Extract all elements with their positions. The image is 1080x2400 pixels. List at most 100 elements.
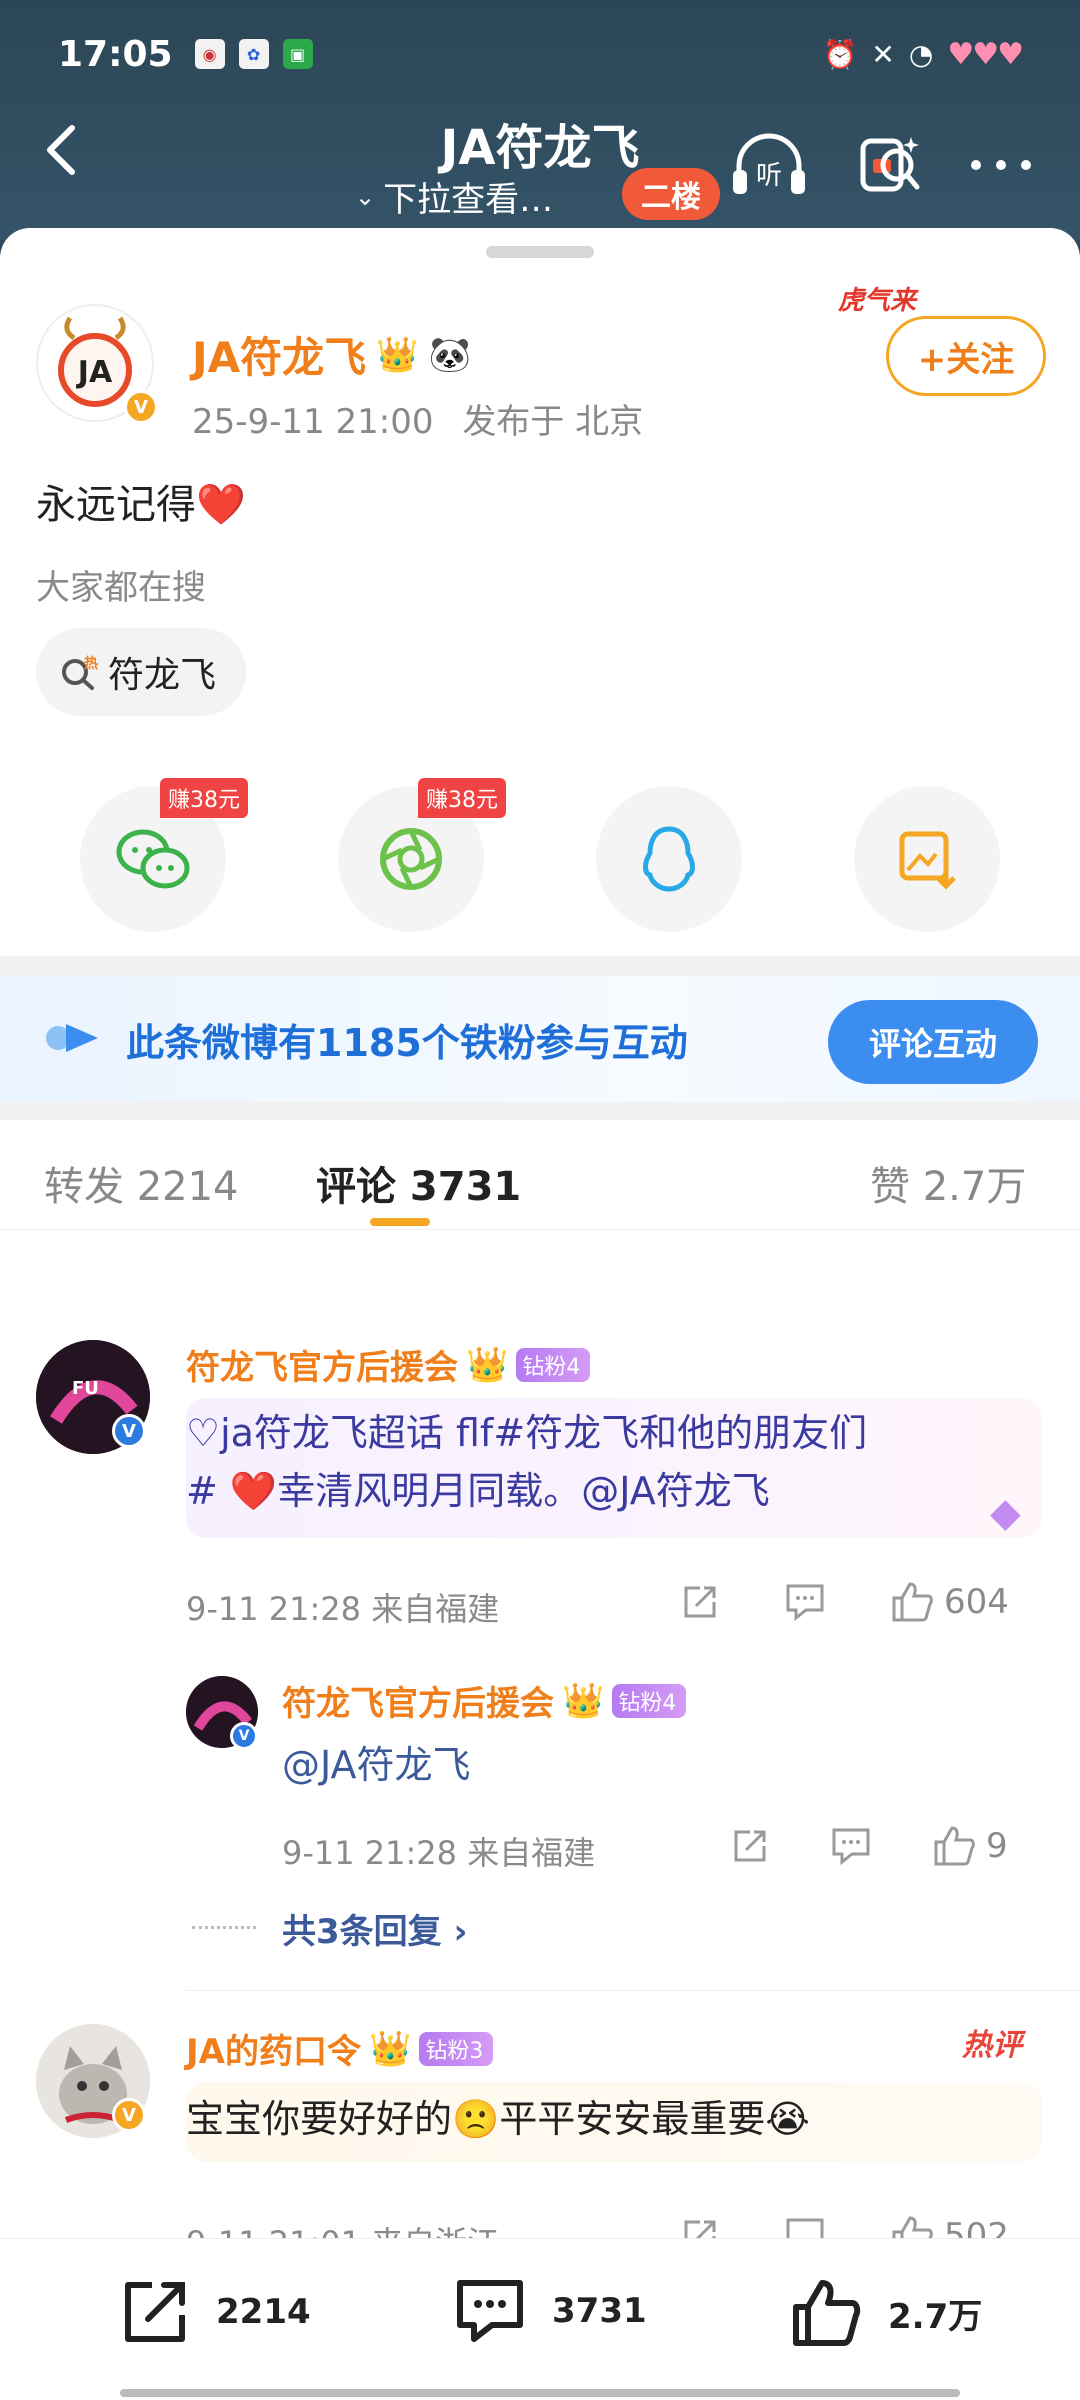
post-body: 永远记得❤️ [36,472,246,530]
fans-banner[interactable]: 此条微博有1185个铁粉参与互动 评论互动 [0,976,1080,1102]
reply-like-button[interactable]: 9 [932,1824,1008,1868]
section-gap [0,1102,1080,1120]
follow-button[interactable]: +关注 [886,316,1046,396]
like-button[interactable]: 2.7万 [788,2275,982,2351]
alarm-icon: ⏰ [822,37,858,71]
search-section-title: 大家都在搜 [36,568,206,608]
comment-meta: 9-11 21:28 来自福建 [186,1590,500,1628]
wechat-icon [116,829,190,889]
verified-badge-icon: V [230,1722,258,1750]
svg-text:听: 听 [756,161,782,191]
fan-level-badge: 钻粉4 [612,1683,687,1718]
reply-reply-button[interactable] [830,1826,872,1866]
second-floor-badge[interactable]: 二楼 [622,168,720,220]
bottom-action-bar: 2214 3731 2.7万 [0,2238,1080,2400]
post-detail-sheet: JA V JA符龙飞 👑 🐼 25-9-11 21:00 发布于 北京 虎气来 … [0,228,1080,2400]
reply-actions: 9 [730,1824,1008,1868]
tiger-decoration-icon: 虎气来 [838,286,917,316]
comment-text: ♡ja符龙飞超话 flf#符龙飞和他的朋友们 # ❤️幸清风明月同载。@JA符龙… [186,1404,867,1520]
verified-badge-icon: V [112,2098,146,2132]
share-icon [684,1586,716,1618]
commenter-name[interactable]: JA的药口令 [186,2024,361,2073]
repost-button[interactable]: 2214 [118,2275,311,2349]
reply-share-button[interactable] [730,1826,770,1866]
signal-icon: ✕ [871,37,895,71]
like-count: 604 [944,1582,1009,1622]
author-name[interactable]: JA符龙飞 [192,324,366,385]
svg-text:FU: FU [72,1378,99,1399]
tab-comment[interactable]: 评论 3731 [316,1154,521,1212]
comment-reply-button[interactable] [784,1582,826,1622]
commenter-name-row[interactable]: 符龙飞官方后援会 👑 钻粉4 [186,1340,591,1389]
like-count: 9 [986,1826,1008,1866]
active-tab-indicator [370,1218,430,1226]
share-wechat-button[interactable]: 赚38元 [80,778,248,932]
verified-badge-icon: V [124,390,158,424]
battery-hearts-icon: ♥♥♥ [947,36,1024,72]
save-image-icon [899,831,956,890]
post-tabs: 转发 2214 评论 3731 赞 2.7万 [0,1120,1080,1230]
hot-search-chip[interactable]: 热 符龙飞 [36,628,247,716]
thumbs-up-icon [934,1826,975,1866]
reply-icon [832,1828,870,1866]
like-count: 2.7万 [888,2296,983,2337]
fan-level-badge: 钻粉4 [516,1347,591,1382]
author-name-row[interactable]: JA符龙飞 👑 🐼 [192,324,471,385]
reply-meta: 9-11 21:28 来自福建 [282,1834,596,1872]
reply-name-row[interactable]: 符龙飞官方后援会 👑 钻粉4 [282,1676,687,1725]
hot-comment-tag: 热评 [962,2028,1022,2063]
view-replies-link[interactable]: 共3条回复 › [282,1904,468,1953]
reply-author-name[interactable]: 符龙飞官方后援会 [282,1676,554,1725]
panda-icon: 🐼 [428,334,471,375]
commenter-name[interactable]: 符龙飞官方后援会 [186,1340,458,1389]
diamond-decoration-icon: ◆ [990,1490,1021,1536]
pull-down-label: 下拉查看… [383,180,554,220]
comment-share-button[interactable] [680,1582,720,1622]
qq-penguin-icon [643,826,695,892]
comment-text-line[interactable]: 幸清风明月同载。@JA符龙飞 [277,1469,770,1513]
home-indicator[interactable] [120,2389,960,2397]
tab-repost[interactable]: 转发 2214 [44,1154,239,1212]
comment-text[interactable]: 宝宝你要好好的🙁平平安安最重要😭 [186,2090,810,2148]
top-header: 17:05 ◉ ✿ ▣ ⏰ ✕ ◔ ♥♥♥ JA符龙飞 ⌄ 下拉查看… 二楼 听 [0,0,1080,240]
chevron-down-icon: ⌄ [355,182,376,211]
headphones-icon: 听 [733,133,805,194]
comment-actions: 604 [680,1580,1009,1624]
comment-button[interactable]: 3731 [452,2275,647,2347]
commenter-name-row[interactable]: JA的药口令 👑 钻粉3 [186,2024,494,2073]
share-icon [734,1830,766,1862]
comment-text-line[interactable]: ja符龙飞超话 flf#符龙飞和他的朋友们 [220,1411,867,1455]
baidu-notification-icon: ✿ [238,39,269,69]
svg-text:热: 热 [84,655,98,672]
hot-search-icon: 热 [62,655,98,690]
repost-icon [125,2282,185,2342]
comment-icon [457,2280,523,2342]
sheet-drag-handle[interactable] [486,246,594,258]
tab-like[interactable]: 赞 2.7万 [870,1154,1026,1212]
crown-icon: 👑 [368,2028,412,2069]
reply-dots-divider [192,1926,256,1929]
status-bar: 17:05 ◉ ✿ ▣ ⏰ ✕ ◔ ♥♥♥ [58,28,1024,80]
thumbs-up-icon [892,1582,933,1622]
more-options-button[interactable] [958,122,1044,208]
diamond-icon: ♡ [186,1411,221,1455]
share-moments-button[interactable]: 赚38元 [338,778,506,932]
more-dots-icon [971,160,1031,170]
post-body-text: 永远记得 [36,482,196,528]
pull-down-hint[interactable]: ⌄ 下拉查看… [355,172,553,221]
crown-icon: 👑 [466,1344,509,1385]
comment-like-button[interactable]: 604 [890,1580,1009,1624]
share-qq-button[interactable] [596,786,742,932]
listen-button[interactable]: 听 [726,122,812,208]
fan-level-badge: 钻粉3 [419,2031,494,2066]
reply-text[interactable]: @JA符龙飞 [282,1736,471,1794]
repost-count: 2214 [216,2292,311,2332]
red-packet-search-button[interactable] [846,122,932,208]
comment-interact-button[interactable]: 评论互动 [828,1000,1038,1084]
earn-badge: 赚38元 [418,778,506,818]
comment-text-line[interactable]: # [186,1469,230,1513]
section-gap [0,956,1080,976]
red-packet-icon [860,137,920,192]
save-image-button[interactable] [854,786,1000,932]
share-row: 赚38元 赚38元 [0,776,1080,936]
